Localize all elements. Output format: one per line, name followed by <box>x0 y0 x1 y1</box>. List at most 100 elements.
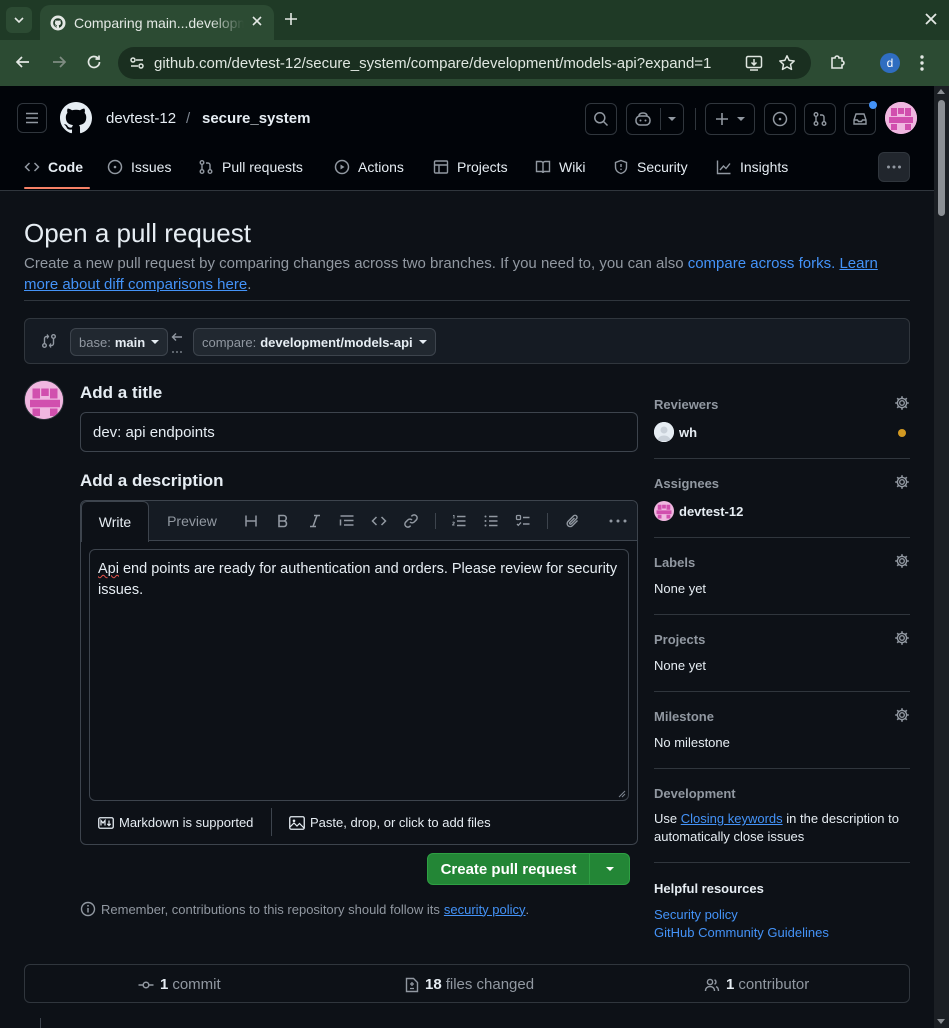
tab-close-icon[interactable] <box>250 14 264 28</box>
base-branch-select[interactable]: base: main <box>70 328 169 356</box>
tab-issues[interactable]: Issues <box>107 146 171 187</box>
security-policy-resource-link[interactable]: Security policy <box>654 907 738 922</box>
menu-button[interactable] <box>17 103 47 133</box>
profile-avatar[interactable]: d <box>880 53 900 73</box>
kebab-horizontal-icon[interactable] <box>609 519 627 523</box>
tab-actions-label: Actions <box>358 158 404 175</box>
task-list-icon[interactable] <box>515 513 531 529</box>
bold-icon[interactable] <box>275 513 291 529</box>
closing-keywords-link[interactable]: Closing keywords <box>681 811 783 826</box>
security-policy-link[interactable]: security policy <box>444 902 526 917</box>
commits-stat[interactable]: 1 commit <box>138 976 221 993</box>
unordered-list-icon[interactable] <box>483 513 499 529</box>
user-avatar[interactable] <box>885 102 917 134</box>
shield-icon <box>614 159 628 174</box>
address-bar[interactable]: github.com/devtest-12/secure_system/comp… <box>118 47 811 79</box>
reviewer-item[interactable]: wh <box>654 422 697 442</box>
pull-requests-button[interactable] <box>804 103 836 135</box>
tab-projects-label: Projects <box>457 158 508 175</box>
community-guidelines-link[interactable]: GitHub Community Guidelines <box>654 925 829 940</box>
tab-insights[interactable]: Insights <box>716 146 788 187</box>
tab-issues-label: Issues <box>131 158 172 175</box>
link-icon[interactable] <box>403 513 419 529</box>
paperclip-icon[interactable] <box>565 513 581 529</box>
resize-grip-icon[interactable] <box>618 790 626 798</box>
copilot-icon <box>635 112 651 126</box>
install-app-icon[interactable] <box>745 55 763 71</box>
gear-icon[interactable] <box>894 707 910 723</box>
scrollbar-thumb[interactable] <box>938 100 945 216</box>
italic-icon[interactable] <box>307 513 323 529</box>
tab-security[interactable]: Security <box>613 146 688 187</box>
tab-wiki[interactable]: Wiki <box>535 146 585 187</box>
ordered-list-icon[interactable] <box>451 513 467 529</box>
tab-code[interactable]: Code <box>24 146 83 187</box>
description-textarea[interactable]: Api end points are ready for authenticat… <box>89 549 629 801</box>
heading-icon[interactable] <box>243 513 259 529</box>
gear-icon[interactable] <box>894 395 910 411</box>
extensions-puzzle-icon[interactable] <box>828 52 848 72</box>
development-heading: Development <box>654 786 736 801</box>
assignee-item[interactable]: devtest-12 <box>654 501 743 521</box>
book-icon <box>535 160 551 173</box>
tab-search-button[interactable] <box>6 7 32 33</box>
window-close-icon[interactable] <box>923 11 939 27</box>
triangle-down-icon <box>605 867 614 871</box>
create-pull-request-button[interactable]: Create pull request <box>427 853 590 885</box>
scroll-down-arrow-icon[interactable] <box>937 1019 945 1024</box>
code-icon[interactable] <box>371 513 387 529</box>
back-arrow-icon[interactable] <box>14 53 32 71</box>
contribution-note-end: . <box>525 901 530 917</box>
contributors-stat[interactable]: 1 contributor <box>704 976 809 993</box>
title-input[interactable]: dev: api endpoints <box>80 412 638 452</box>
gear-icon[interactable] <box>894 553 910 569</box>
repo-nav-more-button[interactable] <box>878 152 910 182</box>
tab-pull-requests[interactable]: Pull requests <box>198 146 303 187</box>
compare-stats-bar: 1 commit 18 files changed 1 contributor <box>24 964 910 1003</box>
reload-icon[interactable] <box>85 53 103 71</box>
browser-menu-icon[interactable] <box>920 54 924 72</box>
create-new-button[interactable] <box>705 103 755 135</box>
repo-owner-link[interactable]: devtest-12 <box>106 110 176 127</box>
search-button[interactable] <box>585 103 617 135</box>
github-logo-icon[interactable] <box>60 102 92 134</box>
table-icon <box>433 159 449 174</box>
new-tab-icon[interactable] <box>282 10 300 28</box>
quote-icon[interactable] <box>339 513 355 529</box>
people-icon <box>704 978 720 991</box>
site-settings-icon[interactable] <box>128 54 146 72</box>
tab-write[interactable]: Write <box>81 501 149 542</box>
toolbar-divider <box>435 513 436 529</box>
tab-actions[interactable]: Actions <box>334 146 404 187</box>
labels-heading: Labels <box>654 555 696 570</box>
forward-arrow-icon[interactable] <box>50 53 68 71</box>
gear-icon[interactable] <box>894 630 910 646</box>
search-icon <box>594 112 609 127</box>
browser-tab[interactable]: Comparing main...development/models-api <box>40 5 274 40</box>
description-editor: Write Preview Api end points are ready f… <box>80 500 638 845</box>
author-avatar[interactable] <box>24 380 64 420</box>
scroll-up-arrow-icon[interactable] <box>937 89 945 94</box>
tab-preview[interactable]: Preview <box>159 501 225 541</box>
chevron-down-icon <box>14 17 24 24</box>
projects-heading: Projects <box>654 632 706 647</box>
compare-across-forks-link[interactable]: compare across forks. <box>688 255 836 272</box>
tab-projects[interactable]: Projects <box>433 146 508 187</box>
files-changed-stat[interactable]: 18 files changed <box>405 976 534 993</box>
issue-opened-icon <box>772 111 788 127</box>
gear-icon[interactable] <box>894 474 910 490</box>
page-scrollbar[interactable] <box>934 86 949 1028</box>
markdown-supported-link[interactable]: Markdown is supported <box>98 815 253 830</box>
issues-button[interactable] <box>764 103 796 135</box>
compare-branch-select[interactable]: compare: development/models-api <box>193 328 436 356</box>
repo-name-link[interactable]: secure_system <box>202 110 310 127</box>
reviewers-section: Reviewers wh <box>654 395 910 459</box>
bookmark-star-icon[interactable] <box>778 54 796 72</box>
section-divider <box>24 300 910 301</box>
tab-wiki-label: Wiki <box>559 158 586 175</box>
github-favicon-icon <box>50 15 66 30</box>
copilot-button[interactable] <box>626 103 684 135</box>
git-pull-request-icon <box>199 159 213 174</box>
create-pr-options-button[interactable] <box>589 853 630 885</box>
attach-files-button[interactable]: Paste, drop, or click to add files <box>289 815 491 830</box>
